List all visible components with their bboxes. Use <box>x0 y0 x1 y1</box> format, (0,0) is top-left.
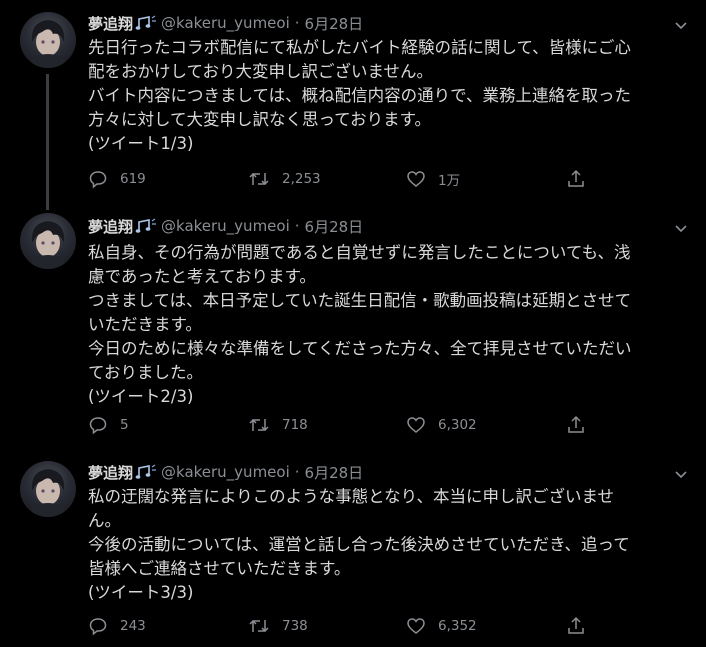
tweet-text: 私の迂闊な発言によりこのような事態となり、本当に申し訳ございませ ん。 今後の活… <box>88 485 688 605</box>
chevron-down-icon[interactable] <box>674 17 688 31</box>
display-name[interactable]: 夢追翔 <box>88 216 133 237</box>
retweet-icon <box>249 418 269 432</box>
tweet-line: つきましては、本日予定していた誕生日配信・歌動画投稿は延期とさせて <box>88 291 632 310</box>
like-count: 6,352 <box>438 618 477 634</box>
tweet-line: いただきます。 <box>88 315 202 334</box>
tweet-thread: 夢追翔 @kakeru_yumeoi · 6月28日 先日行ったコラボ配信にて私… <box>0 0 706 647</box>
tweet-line: 先日行ったコラボ配信にて私がしたバイト経験の話に関して、皆様にご心 <box>88 38 631 57</box>
tweet-line: バイト内容につきましては、概ね配信内容の通りで、業務上連絡を取った <box>88 86 632 105</box>
retweet-count: 738 <box>282 618 308 634</box>
tweet-line: (ツイート2/3) <box>88 387 194 406</box>
reply-bubble-icon <box>89 417 107 435</box>
retweet-icon <box>249 172 269 186</box>
reply-button[interactable]: 243 <box>88 615 146 637</box>
music-note-emoji-icon <box>135 464 157 480</box>
share-button[interactable] <box>566 414 598 436</box>
tweet-header: 夢追翔 @kakeru_yumeoi · 6月28日 <box>88 216 363 236</box>
tweet-line: ておりました。 <box>88 363 204 382</box>
share-icon <box>568 616 584 634</box>
tweet-1[interactable]: 夢追翔 @kakeru_yumeoi · 6月28日 先日行ったコラボ配信にて私… <box>0 0 706 205</box>
tweet-line: 私自身、その行為が問題であると自覚せずに発言したことについても、浅 <box>88 243 631 262</box>
tweet-line: 配をおかけしており大変申し訳ございません。 <box>88 62 434 81</box>
tweet-date[interactable]: 6月28日 <box>305 13 364 34</box>
tweet-text: 私自身、その行為が問題であると自覚せずに発言したことについても、浅 慮であったと… <box>88 241 688 409</box>
share-icon <box>568 169 584 187</box>
retweet-button[interactable]: 738 <box>248 615 308 637</box>
avatar[interactable] <box>20 213 76 269</box>
tweet-line: ん。 <box>88 511 121 530</box>
user-handle[interactable]: @kakeru_yumeoi <box>161 217 290 235</box>
tweet-date[interactable]: 6月28日 <box>305 462 364 483</box>
music-note-emoji-icon <box>135 218 157 234</box>
tweet-line: (ツイート1/3) <box>88 134 194 153</box>
tweet-header: 夢追翔 @kakeru_yumeoi · 6月28日 <box>88 13 363 33</box>
reply-count: 243 <box>120 618 146 634</box>
tweet-line: 慮であったと考えております。 <box>88 267 316 286</box>
reply-button[interactable]: 619 <box>88 168 146 190</box>
share-icon <box>568 415 584 433</box>
like-count: 1万 <box>438 173 461 189</box>
tweet-line: 今後の活動については、運営と話し合った後決めさせていただき、追って <box>88 535 630 554</box>
user-handle[interactable]: @kakeru_yumeoi <box>161 463 290 481</box>
chevron-down-icon[interactable] <box>674 466 688 480</box>
user-handle[interactable]: @kakeru_yumeoi <box>161 14 290 32</box>
tweet-2[interactable]: 夢追翔 @kakeru_yumeoi · 6月28日 私自身、その行為が問題であ… <box>0 205 706 455</box>
like-button[interactable]: 6,352 <box>406 615 477 637</box>
music-note-emoji-icon <box>135 15 157 31</box>
reply-count: 5 <box>120 417 129 433</box>
reply-count: 619 <box>120 171 146 187</box>
tweet-header: 夢追翔 @kakeru_yumeoi · 6月28日 <box>88 462 363 482</box>
retweet-button[interactable]: 718 <box>248 414 308 436</box>
tweet-date[interactable]: 6月28日 <box>305 216 364 237</box>
reply-bubble-icon <box>89 618 107 636</box>
heart-icon <box>407 171 425 187</box>
tweet-actions: 243 738 6,352 <box>88 615 608 637</box>
heart-icon <box>407 618 425 634</box>
like-button[interactable]: 1万 <box>406 168 460 190</box>
tweet-line: 今日のために様々な準備をしてくださった方々、全て拝見させていただい <box>88 339 632 358</box>
tweet-line: (ツイート3/3) <box>88 583 194 602</box>
like-button[interactable]: 6,302 <box>406 414 477 436</box>
tweet-line: 私の迂闊な発言によりこのような事態となり、本当に申し訳ございませ <box>88 487 615 506</box>
retweet-button[interactable]: 2,253 <box>248 168 321 190</box>
separator-dot: · <box>294 14 300 32</box>
separator-dot: · <box>294 463 300 481</box>
tweet-3[interactable]: 夢追翔 @kakeru_yumeoi · 6月28日 私の迂闊な発言によりこのよ… <box>0 455 706 647</box>
share-button[interactable] <box>566 615 598 637</box>
separator-dot: · <box>294 217 300 235</box>
tweet-actions: 5 718 6,302 <box>88 414 608 436</box>
tweet-text: 先日行ったコラボ配信にて私がしたバイト経験の話に関して、皆様にご心 配をおかけし… <box>88 36 688 156</box>
share-button[interactable] <box>566 168 598 190</box>
tweet-line: 皆様へご連絡させていただきます。 <box>88 559 351 578</box>
heart-icon <box>407 417 425 433</box>
display-name[interactable]: 夢追翔 <box>88 462 133 483</box>
display-name[interactable]: 夢追翔 <box>88 13 133 34</box>
like-count: 6,302 <box>438 417 477 433</box>
tweet-line: 方々に対して大変申し訳なく思っております。 <box>88 110 432 129</box>
reply-button[interactable]: 5 <box>88 414 129 436</box>
retweet-icon <box>249 619 269 633</box>
tweet-actions: 619 2,253 1万 <box>88 168 608 190</box>
reply-bubble-icon <box>89 171 107 189</box>
avatar[interactable] <box>20 461 76 517</box>
retweet-count: 718 <box>282 417 308 433</box>
chevron-down-icon[interactable] <box>674 220 688 234</box>
avatar[interactable] <box>20 12 76 68</box>
retweet-count: 2,253 <box>282 171 321 187</box>
